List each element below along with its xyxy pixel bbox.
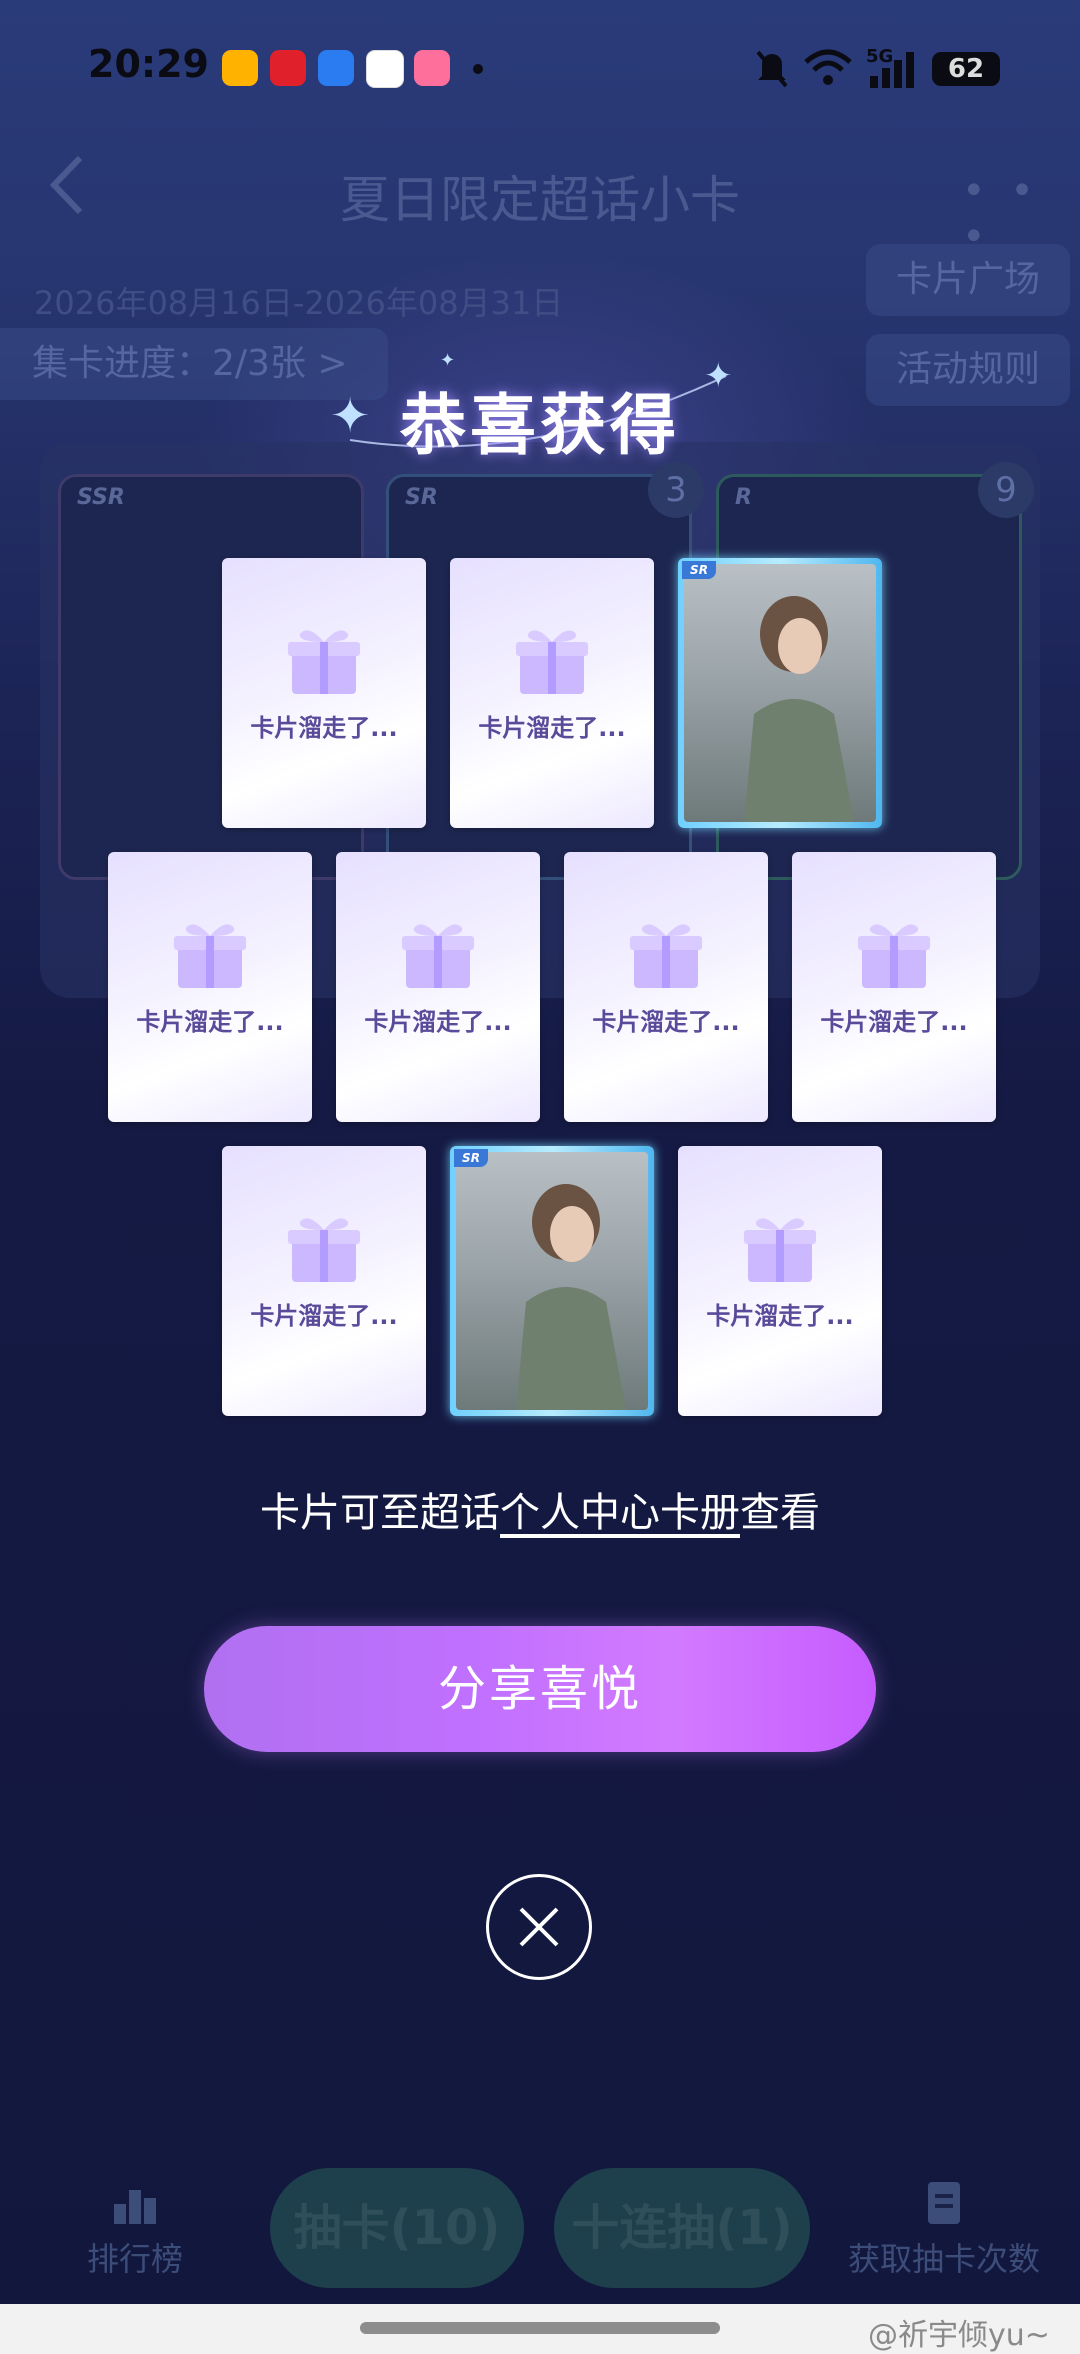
card-placeholder: 卡片溜走了...: [222, 1146, 426, 1416]
card-placeholder-label: 卡片溜走了...: [250, 1302, 398, 1330]
caption-suffix: 查看: [740, 1490, 820, 1536]
card-placeholder-label: 卡片溜走了...: [250, 714, 398, 742]
battery-indicator: 62: [932, 52, 1000, 86]
portrait-figure-icon: [516, 1184, 626, 1410]
close-icon: [519, 1907, 559, 1947]
gift-icon: [516, 630, 588, 694]
card-placeholder: 卡片溜走了...: [450, 558, 654, 828]
bg-card-count-badge: 3: [648, 462, 704, 518]
oppo-app-icon: [366, 50, 404, 88]
card-photo-sr: SR: [450, 1146, 654, 1416]
card-placeholder: 卡片溜走了...: [108, 852, 312, 1122]
sparkle-icon: ✦: [440, 350, 456, 371]
close-button[interactable]: [486, 1874, 592, 1980]
card-square-button[interactable]: 卡片广场: [866, 244, 1071, 316]
status-bar: 20:29 5G 62: [0, 0, 1080, 140]
page-title: 夏日限定超话小卡: [340, 171, 740, 229]
dialog-title: 恭喜获得: [400, 387, 680, 464]
ranking-icon: [114, 2190, 156, 2224]
caption-prefix: 卡片可至超话: [260, 1490, 500, 1536]
card-photo-sr: SR: [678, 558, 882, 828]
weibo-app-icon: [222, 50, 258, 86]
browser-app-icon: [318, 50, 354, 86]
gift-icon: [288, 1218, 360, 1282]
card-location-caption: 卡片可至超话个人中心卡册查看: [0, 1480, 1080, 1538]
mute-bell-icon: [756, 50, 788, 88]
bg-card-tier: SR: [405, 485, 438, 510]
ranking-tab[interactable]: 排行榜: [80, 2234, 190, 2280]
card-placeholder: 卡片溜走了...: [222, 558, 426, 828]
card-placeholder: 卡片溜走了...: [792, 852, 996, 1122]
card-placeholder-label: 卡片溜走了...: [478, 714, 626, 742]
activity-date-range: 2026年08月16日-2026年08月31日: [34, 284, 564, 322]
gift-icon: [630, 924, 702, 988]
bg-card-tier: R: [735, 485, 752, 510]
get-draw-chances-tab[interactable]: 获取抽卡次数: [844, 2234, 1044, 2280]
card-placeholder: 卡片溜走了...: [336, 852, 540, 1122]
gift-icon: [858, 924, 930, 988]
bg-card-tier: SSR: [77, 485, 125, 510]
card-placeholder-label: 卡片溜走了...: [592, 1008, 740, 1036]
pinduoduo-app-icon: [270, 50, 306, 86]
gift-icon: [174, 924, 246, 988]
card-album-link[interactable]: 个人中心卡册: [500, 1490, 740, 1536]
gift-icon: [744, 1218, 816, 1282]
share-button[interactable]: 分享喜悦: [204, 1626, 876, 1752]
bilibili-app-icon: [414, 50, 450, 86]
card-tier-tag: SR: [454, 1149, 488, 1167]
draw-card-button[interactable]: 抽卡(10): [270, 2168, 524, 2288]
card-placeholder-label: 卡片溜走了...: [820, 1008, 968, 1036]
gift-icon: [288, 630, 360, 694]
watermark: @祈宇倾yu~: [868, 2318, 1050, 2353]
card-placeholder: 卡片溜走了...: [564, 852, 768, 1122]
card-placeholder-label: 卡片溜走了...: [136, 1008, 284, 1036]
card-placeholder-label: 卡片溜走了...: [364, 1008, 512, 1036]
portrait-figure-icon: [744, 596, 854, 822]
ten-draw-button[interactable]: 十连抽(1): [554, 2168, 810, 2288]
gift-icon: [402, 924, 474, 988]
card-placeholder: 卡片溜走了...: [678, 1146, 882, 1416]
card-photo-image: [684, 564, 876, 822]
card-tier-tag: SR: [682, 561, 716, 579]
task-list-icon: [928, 2182, 960, 2224]
card-photo-image: [456, 1152, 648, 1410]
wifi-icon: [804, 49, 852, 85]
notification-dot-icon: [473, 64, 483, 74]
home-indicator[interactable]: [360, 2322, 720, 2334]
card-placeholder-label: 卡片溜走了...: [706, 1302, 854, 1330]
bg-card-count-badge: 9: [978, 462, 1034, 518]
signal-icon: [870, 52, 914, 88]
status-time: 20:29: [88, 42, 209, 86]
